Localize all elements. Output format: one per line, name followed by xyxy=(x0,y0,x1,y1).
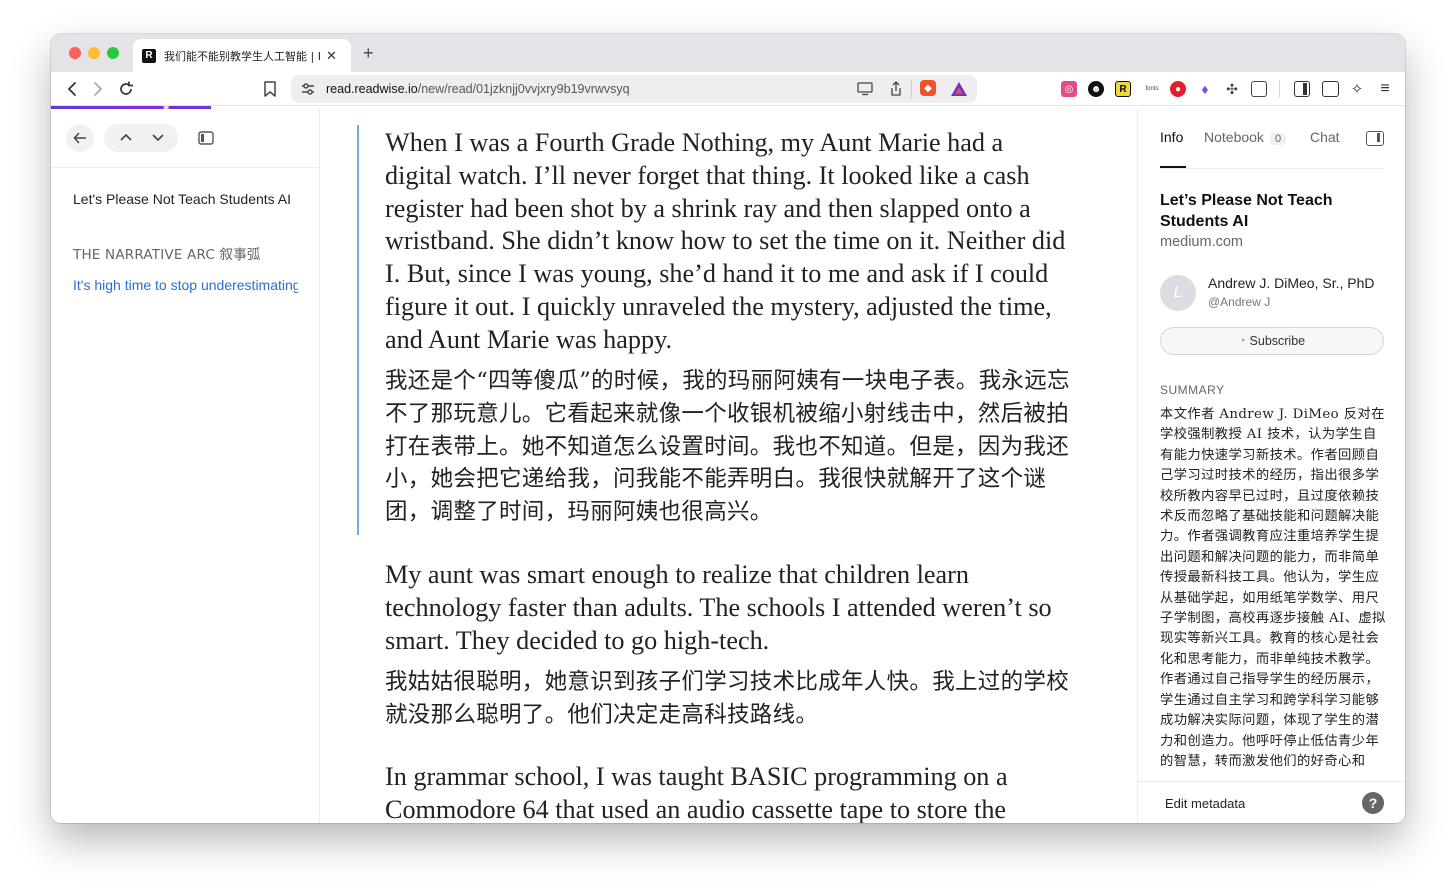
paragraph-1-english: When I was a Fourth Grade Nothing, my Au… xyxy=(385,128,1066,354)
author-handle: @Andrew J xyxy=(1208,295,1271,309)
rss-icon: ◔ xyxy=(1238,335,1246,347)
browser-window: R 我们能不能别教学生人工智能 | R ✕ + read.readwise.io… xyxy=(51,34,1405,823)
toolbar-divider xyxy=(1279,80,1280,98)
paragraph-2-chinese: 我姑姑很聪明，她意识到孩子们学习技术比成年人快。我上过的学校就没那么聪明了。他们… xyxy=(385,669,1070,728)
extension-2-icon[interactable]: ☻ xyxy=(1088,81,1104,97)
summary-label: SUMMARY xyxy=(1160,383,1225,397)
brave-shields-icon[interactable]: ◆ xyxy=(920,80,936,96)
brave-rewards-icon[interactable] xyxy=(950,81,968,97)
bookmark-icon[interactable] xyxy=(263,80,277,98)
document-reader: When I was a Fourth Grade Nothing, my Au… xyxy=(320,109,1137,823)
active-tab-underline xyxy=(1160,166,1186,168)
toggle-left-panel-icon[interactable] xyxy=(198,131,214,145)
readwise-favicon-icon: R xyxy=(142,48,156,63)
wallet-icon[interactable] xyxy=(1322,81,1339,97)
menu-icon[interactable]: ≡ xyxy=(1377,80,1393,97)
doc-navigation-pill xyxy=(104,124,178,152)
address-bar[interactable]: read.readwise.io/new/read/01jzknjj0vvjxr… xyxy=(291,75,977,103)
paragraph-3-english: In grammar school, I was taught BASIC pr… xyxy=(385,762,1008,823)
help-icon[interactable]: ? xyxy=(1362,792,1384,814)
left-sidebar: Let's Please Not Teach Students AI THE N… xyxy=(51,109,320,823)
share-icon[interactable] xyxy=(889,81,903,97)
minimize-window-button[interactable] xyxy=(88,47,100,59)
sidebar-icon[interactable] xyxy=(1294,81,1310,97)
document-title: Let’s Please Not Teach Students AI xyxy=(1160,192,1333,230)
right-sidebar: Info Notebook 0 Chat Let’s Please Not Tea… xyxy=(1137,109,1405,823)
tab-notebook[interactable]: Notebook 0 xyxy=(1204,129,1287,145)
url-text: read.readwise.io/new/read/01jzknjj0vvjxr… xyxy=(326,82,630,96)
forward-icon[interactable] xyxy=(91,81,105,97)
right-panel-footer: Edit metadata ? xyxy=(1138,781,1405,823)
edit-metadata-button[interactable]: Edit metadata xyxy=(1165,796,1245,811)
extension-1-icon[interactable]: ◎ xyxy=(1061,81,1077,97)
tab-chat[interactable]: Chat xyxy=(1310,129,1340,145)
toc-active-link[interactable]: It's high time to stop underestimating s… xyxy=(73,277,298,293)
next-document-icon[interactable] xyxy=(152,134,164,142)
previous-document-icon[interactable] xyxy=(120,133,132,141)
readwise-extension-icon[interactable]: R xyxy=(1115,81,1131,97)
tab-title: 我们能不能别教学生人工智能 | R xyxy=(164,49,320,63)
zoom-window-button[interactable] xyxy=(107,47,119,59)
tab-strip: R 我们能不能别教学生人工智能 | R ✕ + xyxy=(51,34,1405,72)
url-path: /new/read/01jzknjj0vvjxry9b19vrwvsyq xyxy=(417,82,630,96)
cast-icon[interactable] xyxy=(857,82,873,96)
fonts-extension-icon[interactable]: fonts xyxy=(1142,81,1162,97)
toc-document-title[interactable]: Let's Please Not Teach Students AI xyxy=(73,189,293,209)
paragraph-1-chinese: 我还是个“四等傻瓜”的时候，我的玛丽阿姨有一块电子表。我永远忘不了那玩意儿。它看… xyxy=(385,368,1070,526)
extension-6-icon[interactable]: ♦ xyxy=(1197,81,1213,97)
right-panel-divider xyxy=(1160,168,1384,169)
omnibox-divider xyxy=(911,80,912,98)
reader-app: Let's Please Not Teach Students AI THE N… xyxy=(51,109,1405,823)
right-panel-tabs: Info Notebook 0 Chat xyxy=(1160,129,1390,159)
browser-tab-active[interactable]: R 我们能不能别教学生人工智能 | R ✕ xyxy=(133,39,351,72)
document-domain[interactable]: medium.com xyxy=(1160,234,1243,250)
subscribe-label: Subscribe xyxy=(1249,334,1306,348)
subscribe-button[interactable]: ◔ Subscribe xyxy=(1160,327,1384,355)
reload-icon[interactable] xyxy=(117,80,135,98)
close-window-button[interactable] xyxy=(69,47,81,59)
site-settings-icon[interactable] xyxy=(301,82,315,96)
arrow-left-icon xyxy=(73,132,86,144)
author-avatar: L xyxy=(1160,275,1196,311)
extensions-icon[interactable]: ✣ xyxy=(1224,81,1240,97)
tab-close-icon[interactable]: ✕ xyxy=(326,48,337,64)
summary-text: 本文作者 Andrew J. DiMeo 反对在学校强制教授 AI 技术，认为学… xyxy=(1160,407,1386,769)
back-to-library-button[interactable] xyxy=(66,124,94,152)
notebook-count-badge: 0 xyxy=(1269,133,1287,145)
url-host: read.readwise.io xyxy=(326,82,418,96)
author-name[interactable]: Andrew J. DiMeo, Sr., PhD xyxy=(1208,275,1383,291)
left-panel-divider xyxy=(51,167,319,168)
new-tab-button[interactable]: + xyxy=(363,43,374,64)
extension-5-icon[interactable]: ● xyxy=(1170,81,1186,97)
tab-info[interactable]: Info xyxy=(1160,129,1183,145)
toggle-right-panel-icon[interactable] xyxy=(1366,131,1384,146)
translation-block-bar xyxy=(357,125,359,535)
toc-section-heading[interactable]: THE NARRATIVE ARC 叙事弧 xyxy=(73,243,261,263)
reader-mode-icon[interactable] xyxy=(1251,81,1267,97)
back-icon[interactable] xyxy=(65,81,79,97)
browser-toolbar: read.readwise.io/new/read/01jzknjj0vvjxr… xyxy=(51,72,1405,106)
paragraph-2-english: My aunt was smart enough to realize that… xyxy=(385,560,1052,655)
leo-icon[interactable]: ✧ xyxy=(1349,81,1365,98)
tab-notebook-label: Notebook xyxy=(1204,129,1264,145)
